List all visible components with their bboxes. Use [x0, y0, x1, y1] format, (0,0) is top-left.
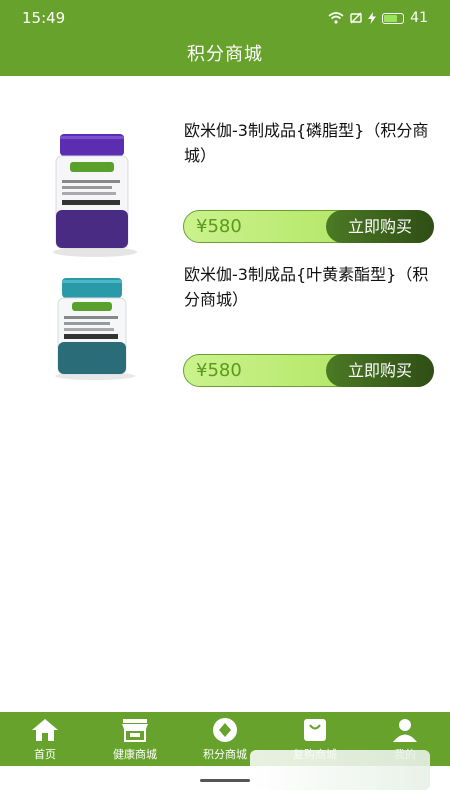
status-icons: 41 — [328, 10, 428, 26]
page-title: 积分商城 — [187, 44, 263, 65]
product-price: ¥580 — [196, 360, 242, 381]
wifi-icon — [328, 12, 344, 24]
user-icon — [393, 719, 417, 742]
status-time: 15:49 — [22, 9, 66, 27]
store-icon — [122, 719, 148, 742]
charging-icon — [368, 12, 377, 24]
nav-label: 健康商城 — [113, 748, 157, 761]
battery-level: 41 — [410, 10, 428, 26]
product-card[interactable]: 欧米伽-3制成品{叶黄素酯型}（积分商城） ¥580 立即购买 — [0, 262, 450, 402]
home-indicator[interactable] — [200, 779, 250, 782]
home-icon — [32, 719, 58, 741]
product-name[interactable]: 欧米伽-3制成品{叶黄素酯型}（积分商城） — [184, 262, 434, 312]
points-icon — [213, 718, 237, 742]
buy-now-button[interactable]: 立即购买 — [326, 210, 434, 243]
mute-icon — [350, 12, 362, 24]
nav-item-home[interactable]: 首页 — [0, 712, 90, 766]
price-bar: ¥580 立即购买 — [183, 210, 434, 243]
product-name[interactable]: 欧米伽-3制成品{磷脂型}（积分商城） — [184, 118, 434, 168]
battery-icon — [382, 12, 405, 24]
nav-item-health-store[interactable]: 健康商城 — [90, 712, 180, 766]
nav-label: 首页 — [34, 748, 56, 761]
product-price: ¥580 — [196, 216, 242, 237]
watermark-overlay — [250, 750, 430, 790]
app-header: 15:49 41 积分商城 — [0, 0, 450, 76]
buy-now-button[interactable]: 立即购买 — [326, 354, 434, 387]
product-image[interactable] — [40, 128, 150, 258]
bag-icon — [304, 719, 326, 741]
product-image[interactable] — [40, 270, 150, 400]
product-card[interactable]: 欧米伽-3制成品{磷脂型}（积分商城） ¥580 立即购买 — [0, 118, 450, 258]
status-bar: 15:49 41 — [0, 0, 450, 36]
price-bar: ¥580 立即购买 — [183, 354, 434, 387]
